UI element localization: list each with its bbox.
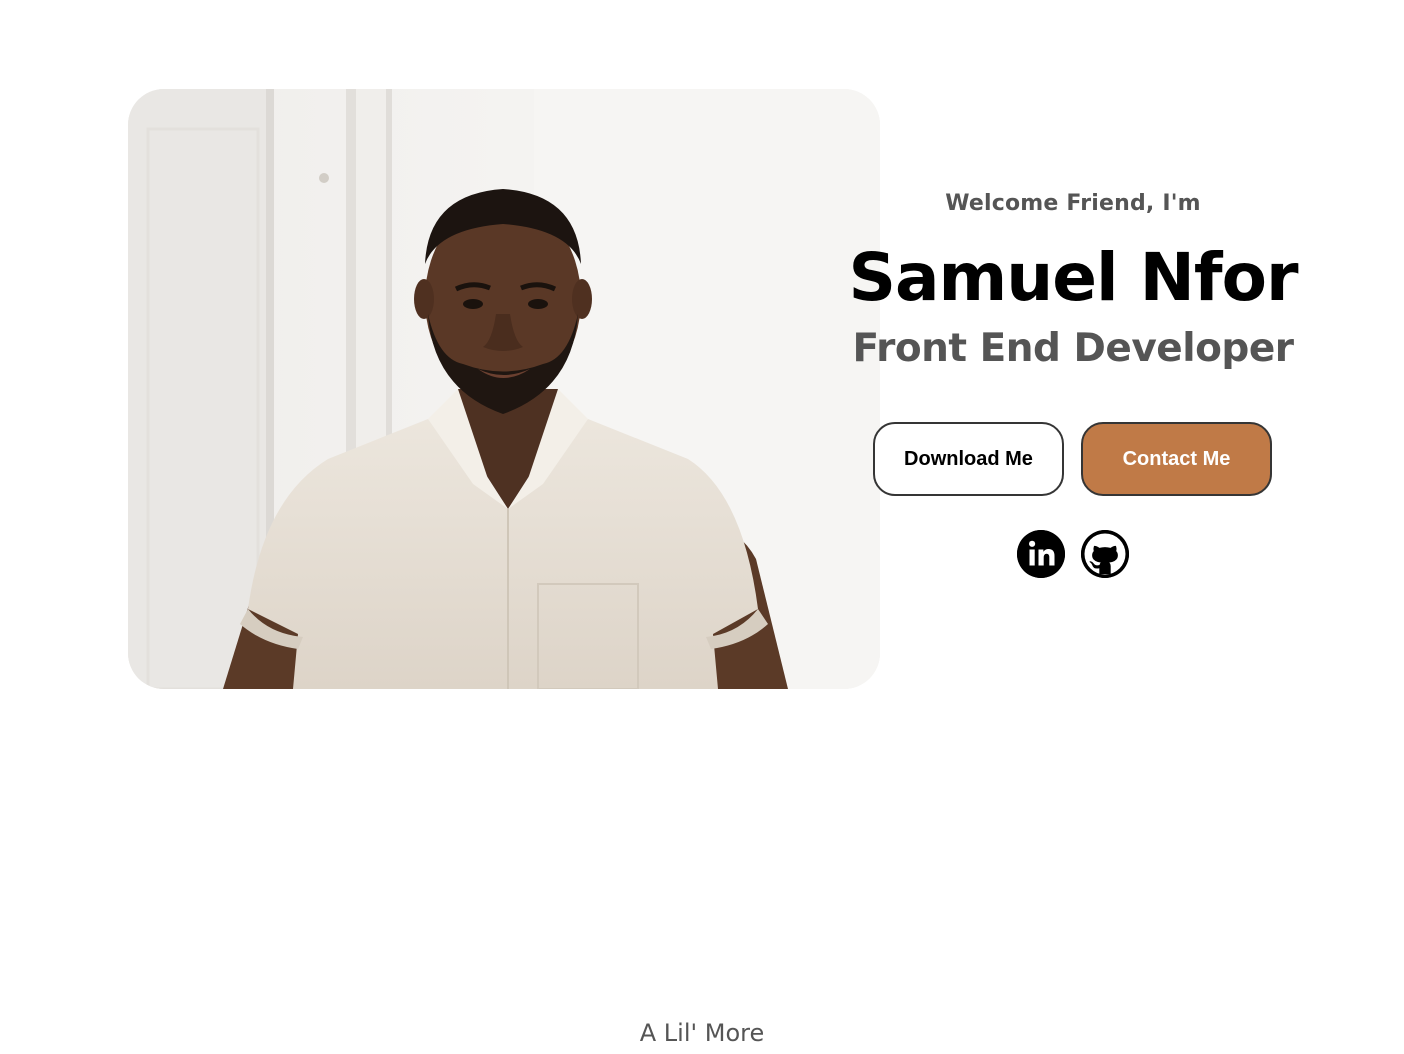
profile-photo-illustration [128, 89, 880, 689]
more-section-title: A Lil' More [639, 1019, 765, 1047]
github-link[interactable] [1081, 530, 1129, 578]
profile-photo [128, 89, 880, 689]
linkedin-icon [1017, 530, 1065, 578]
github-icon [1081, 530, 1129, 578]
greeting-text: Welcome Friend, I'm [945, 191, 1201, 216]
page: Welcome Friend, I'm Samuel Nfor Front En… [0, 0, 1404, 1054]
download-button[interactable]: Download Me [873, 422, 1064, 496]
intro-section: Welcome Friend, I'm Samuel Nfor Front En… [830, 186, 1316, 374]
profile-role: Front End Developer [852, 326, 1294, 371]
linkedin-link[interactable] [1017, 530, 1065, 578]
profile-name: Samuel Nfor [848, 239, 1298, 316]
contact-button[interactable]: Contact Me [1081, 422, 1272, 496]
